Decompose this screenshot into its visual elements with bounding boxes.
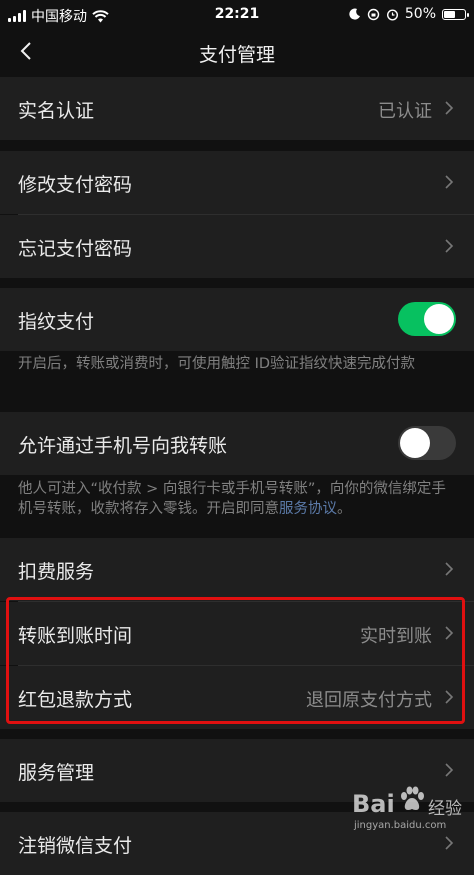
page-title: 支付管理 bbox=[198, 44, 275, 66]
paw-icon bbox=[401, 786, 424, 810]
chevron-right-icon bbox=[445, 175, 454, 189]
row-phone-transfer: 允许通过手机号向我转账 bbox=[0, 412, 474, 475]
fingerprint-tip: 开启后，转账或消费时，可使用触控 ID验证指纹快速完成付款 bbox=[18, 356, 416, 372]
row-fingerprint-pay-label: 指纹支付 bbox=[18, 311, 95, 333]
moon-icon bbox=[349, 8, 360, 20]
toggle-knob bbox=[424, 304, 454, 334]
alarm-icon bbox=[386, 8, 398, 21]
row-real-name[interactable]: 实名认证 已认证 bbox=[0, 77, 474, 140]
row-transfer-time-label: 转账到账时间 bbox=[18, 625, 133, 647]
status-bar: 中国移动 22:21 50% bbox=[0, 0, 474, 30]
row-change-password[interactable]: 修改支付密码 bbox=[0, 151, 474, 214]
phone-transfer-toggle[interactable] bbox=[398, 426, 456, 460]
orientation-lock-icon bbox=[367, 8, 380, 20]
phone-transfer-tip: 他人可进入“收付款 > 向银行卡或手机号转账”，向你的微信绑定手机号转账，收款将… bbox=[18, 479, 452, 519]
row-transfer-time[interactable]: 转账到账时间 实时到账 bbox=[0, 602, 474, 665]
watermark-url: jingyan.baidu.com bbox=[354, 820, 447, 831]
battery-percent: 50% bbox=[404, 6, 436, 22]
row-close-wechat-pay-label: 注销微信支付 bbox=[18, 835, 133, 857]
row-service-management-label: 服务管理 bbox=[18, 762, 95, 784]
row-transfer-time-value: 实时到账 bbox=[360, 626, 432, 647]
row-real-name-label: 实名认证 bbox=[18, 100, 95, 122]
chevron-right-icon bbox=[445, 763, 454, 777]
battery-icon bbox=[442, 8, 469, 20]
phone-transfer-tip-text: 他人可进入“收付款 > 向银行卡或手机号转账”，向你的微信绑定手机号转账，收款将… bbox=[18, 481, 446, 517]
nav-bar: 支付管理 bbox=[0, 30, 474, 74]
chevron-right-icon bbox=[445, 690, 454, 704]
fingerprint-toggle[interactable] bbox=[398, 302, 456, 336]
chevron-right-icon bbox=[445, 239, 454, 253]
status-right: 50% bbox=[349, 6, 469, 22]
row-refund-method-value: 退回原支付方式 bbox=[306, 690, 432, 711]
row-real-name-value: 已认证 bbox=[378, 101, 432, 122]
chevron-right-icon bbox=[445, 101, 454, 115]
chevron-right-icon bbox=[445, 626, 454, 640]
watermark-brand: Bai bbox=[352, 790, 395, 818]
row-refund-method-label: 红包退款方式 bbox=[18, 689, 133, 711]
baidu-watermark: Bai 经验 jingyan.baidu.com bbox=[336, 782, 466, 838]
row-change-password-label: 修改支付密码 bbox=[18, 174, 133, 196]
chevron-right-icon bbox=[445, 836, 454, 850]
row-phone-transfer-label: 允许通过手机号向我转账 bbox=[18, 435, 228, 457]
watermark-cn: 经验 bbox=[428, 799, 462, 819]
row-deduction-service[interactable]: 扣费服务 bbox=[0, 538, 474, 601]
chevron-right-icon bbox=[445, 562, 454, 576]
row-fingerprint-pay: 指纹支付 bbox=[0, 288, 474, 351]
toggle-knob bbox=[400, 428, 430, 458]
phone-transfer-tip-end: 。 bbox=[337, 501, 352, 517]
row-deduction-service-label: 扣费服务 bbox=[18, 561, 95, 583]
row-forgot-password[interactable]: 忘记支付密码 bbox=[0, 215, 474, 278]
row-forgot-password-label: 忘记支付密码 bbox=[18, 238, 133, 260]
service-agreement-link[interactable]: 服务协议 bbox=[279, 501, 337, 517]
row-refund-method[interactable]: 红包退款方式 退回原支付方式 bbox=[0, 666, 474, 729]
